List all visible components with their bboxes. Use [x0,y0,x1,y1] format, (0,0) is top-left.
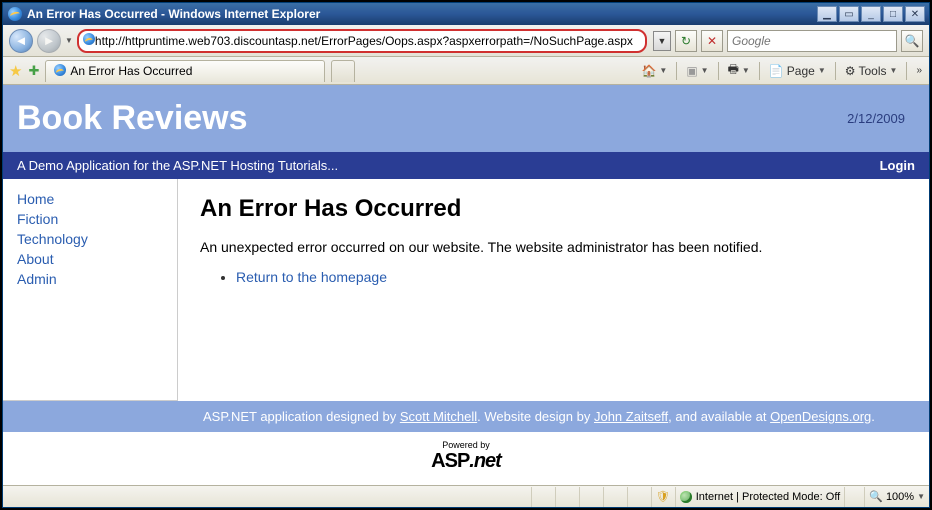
site-header: Book Reviews 2/12/2009 [3,85,929,152]
page-favicon [83,33,95,48]
gear-icon: ⚙ [845,64,856,78]
browser-window: An Error Has Occurred - Windows Internet… [2,2,930,508]
nav-fiction[interactable]: Fiction [17,209,177,229]
add-favorite-icon[interactable]: ✚ [28,63,39,79]
page-body: An Error Has Occurred An unexpected erro… [178,179,929,401]
search-input[interactable] [732,34,892,48]
zoom-value: 100% [886,491,914,503]
nav-dropdown[interactable]: ▼ [65,36,73,45]
globe-icon [680,491,692,503]
site-title: Book Reviews [17,99,847,138]
zone-text: Internet | Protected Mode: Off [696,491,841,503]
footer-text: ASP.NET application designed by [203,409,400,424]
toolbar-overflow[interactable]: » [916,65,923,76]
search-box[interactable] [727,30,897,52]
error-message: An unexpected error occurred on our webs… [200,239,917,255]
list-item: Return to the homepage [236,269,917,285]
status-bar: 🛡 Internet | Protected Mode: Off 🔍 100% … [3,485,929,507]
command-bar: 🏠▼ ▣▼ 🖶▼ 📄Page▼ ⚙Tools▼ » [641,60,923,81]
nav-home[interactable]: Home [17,189,177,209]
site-footer: ASP.NET application designed by Scott Mi… [3,401,929,432]
status-pane [531,487,555,507]
separator [759,62,760,80]
footer-text: , and available at [668,409,770,424]
favorites-icon[interactable]: ★ [9,62,22,80]
aspnet-logo: ASP.net [431,450,501,472]
status-pane [844,487,864,507]
status-pane: 🛡 [651,487,675,507]
status-pane [555,487,579,507]
maximize-button[interactable]: □ [883,6,903,22]
nav-admin[interactable]: Admin [17,269,177,289]
page-menu[interactable]: 📄Page▼ [769,64,826,78]
browser-tab[interactable]: An Error Has Occurred [45,60,325,82]
page-icon: 📄 [769,64,784,78]
address-history-dropdown[interactable]: ▼ [653,31,671,51]
ie-icon [7,6,23,22]
separator [906,62,907,80]
shield-icon: 🛡 [656,490,670,503]
status-pane [627,487,651,507]
address-bar[interactable] [77,29,647,53]
login-link[interactable]: Login [880,158,915,173]
status-pane [579,487,603,507]
back-button[interactable]: ◄ [9,29,33,53]
site-subheader: A Demo Application for the ASP.NET Hosti… [3,152,929,179]
separator [718,62,719,80]
window-title: An Error Has Occurred - Windows Internet… [27,7,817,21]
tab-favicon [54,64,66,79]
url-input[interactable] [95,34,641,48]
powered-label: Powered by [3,440,929,450]
tab-title: An Error Has Occurred [70,64,192,78]
page-content: Book Reviews 2/12/2009 A Demo Applicatio… [3,85,929,485]
tab-bar: ★ ✚ An Error Has Occurred 🏠▼ ▣▼ 🖶▼ 📄Page… [3,57,929,85]
return-home-link[interactable]: Return to the homepage [236,269,387,285]
new-tab-button[interactable] [331,60,355,82]
nav-technology[interactable]: Technology [17,229,177,249]
footer-text: . Website design by [477,409,594,424]
zoom-control[interactable]: 🔍 100% ▼ [864,487,929,507]
powered-by: Powered by ASP.net [3,432,929,485]
print-icon: 🖶 [728,60,739,81]
footer-text: . [871,409,875,424]
sidebar-nav: Home Fiction Technology About Admin [3,179,178,401]
main-layout: Home Fiction Technology About Admin An E… [3,179,929,401]
print-button[interactable]: 🖶▼ [728,60,750,81]
close-button[interactable]: ✕ [905,6,925,22]
stop-button[interactable]: ✕ [701,30,723,52]
header-date: 2/12/2009 [847,111,915,126]
rss-icon: ▣ [686,64,697,78]
home-button[interactable]: 🏠▼ [641,64,667,78]
zoom-icon: 🔍 [869,490,883,503]
separator [676,62,677,80]
footer-designer-link[interactable]: John Zaitseff [594,409,668,424]
tools-menu[interactable]: ⚙Tools▼ [845,64,898,78]
minimize-tray-button[interactable]: ▁ [817,6,837,22]
feeds-button[interactable]: ▣▼ [686,64,708,78]
minimize-button[interactable]: _ [861,6,881,22]
forward-button[interactable]: ► [37,29,61,53]
nav-about[interactable]: About [17,249,177,269]
footer-site-link[interactable]: OpenDesigns.org [770,409,871,424]
navigation-bar: ◄ ► ▼ ▼ ↻ ✕ 🔍 [3,25,929,57]
separator [835,62,836,80]
error-heading: An Error Has Occurred [200,195,917,223]
chevron-down-icon: ▼ [917,492,925,501]
home-icon: 🏠 [641,64,656,78]
zone-pane[interactable]: Internet | Protected Mode: Off [675,487,845,507]
restore-tray-button[interactable]: ▭ [839,6,859,22]
tagline: A Demo Application for the ASP.NET Hosti… [17,158,880,173]
search-button[interactable]: 🔍 [901,30,923,52]
refresh-button[interactable]: ↻ [675,30,697,52]
status-pane [603,487,627,507]
title-bar[interactable]: An Error Has Occurred - Windows Internet… [3,3,929,25]
footer-author-link[interactable]: Scott Mitchell [400,409,477,424]
